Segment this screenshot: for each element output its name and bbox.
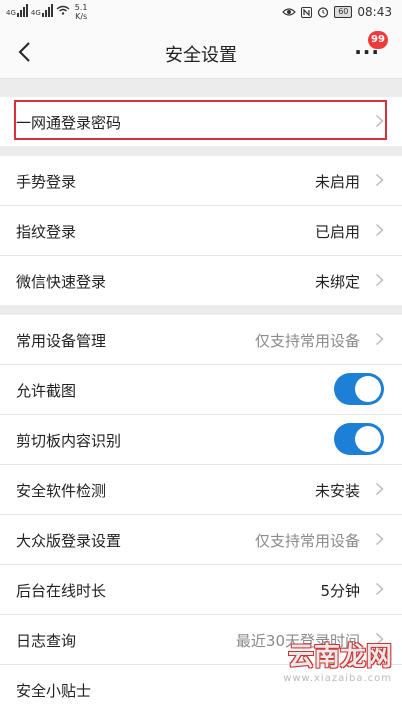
settings-row-wechat-login[interactable]: 微信快速登录 未绑定 xyxy=(0,256,402,305)
battery-indicator: 60 xyxy=(334,6,353,18)
chevron-right-icon xyxy=(375,482,384,496)
settings-row-fingerprint-login[interactable]: 指纹登录 已启用 xyxy=(0,206,402,256)
row-label: 手势登录 xyxy=(16,173,77,191)
nav-bar: 安全设置 ··· 99 xyxy=(0,26,402,79)
settings-row-allow-screenshot: 允许截图 xyxy=(0,365,402,415)
eye-icon xyxy=(282,8,297,16)
network-speed: 5.1 K/s xyxy=(75,3,88,21)
status-bar: 4G 4G 5.1 K/s 60 08:43 xyxy=(0,0,402,26)
nfc-icon xyxy=(301,6,313,18)
row-label: 微信快速登录 xyxy=(16,273,107,291)
row-value: 已启用 xyxy=(314,223,360,241)
highlight-box xyxy=(14,100,387,140)
watermark: 云南龙网 www.xiazaiba.com xyxy=(283,636,392,684)
wifi-icon xyxy=(56,5,70,15)
watermark-text: 云南龙网 xyxy=(287,642,392,672)
row-label: 常用设备管理 xyxy=(16,332,107,350)
speed-value: 5.1 xyxy=(74,3,88,12)
row-label: 剪切板内容识别 xyxy=(16,432,122,450)
notification-badge: 99 xyxy=(368,31,388,49)
network-type-2: 4G xyxy=(30,9,41,17)
login-methods-group: 手势登录 未启用 指纹登录 已启用 微信快速登录 未绑定 xyxy=(0,156,402,305)
page-title: 安全设置 xyxy=(165,45,237,66)
clipboard-recognition-toggle[interactable] xyxy=(334,423,384,455)
row-label: 日志查询 xyxy=(16,632,77,650)
speed-unit: K/s xyxy=(75,12,88,21)
row-value: 未安装 xyxy=(314,482,360,500)
network-type-1: 4G xyxy=(6,9,16,17)
cellular-signal-icon: 4G xyxy=(6,3,28,17)
row-label: 指纹登录 xyxy=(16,223,77,241)
row-value: 5分钟 xyxy=(320,582,360,600)
chevron-right-icon xyxy=(375,332,384,346)
settings-row-clipboard-recognition: 剪切板内容识别 xyxy=(0,415,402,465)
clock: 08:43 xyxy=(357,5,392,19)
chevron-right-icon xyxy=(375,223,384,237)
row-value: 未绑定 xyxy=(314,273,360,291)
settings-row-device-management[interactable]: 常用设备管理 仅支持常用设备 xyxy=(0,315,402,365)
row-label: 安全小贴士 xyxy=(16,682,92,700)
row-label: 允许截图 xyxy=(16,382,77,400)
allow-screenshot-toggle[interactable] xyxy=(334,373,384,405)
cellular-signal-2-icon: 4G xyxy=(31,3,53,17)
chevron-right-icon xyxy=(375,273,384,287)
chevron-right-icon xyxy=(375,582,384,596)
settings-row-security-software[interactable]: 安全软件检测 未安装 xyxy=(0,465,402,515)
settings-row-gesture-login[interactable]: 手势登录 未启用 xyxy=(0,156,402,206)
watermark-url: www.xiazaiba.com xyxy=(283,673,392,684)
settings-row-online-duration[interactable]: 后台在线时长 5分钟 xyxy=(0,565,402,615)
settings-row-public-login[interactable]: 大众版登录设置 仅支持常用设备 xyxy=(0,515,402,565)
row-value: 未启用 xyxy=(314,173,360,191)
row-label: 后台在线时长 xyxy=(16,582,107,600)
alarm-icon xyxy=(318,7,329,18)
chevron-right-icon xyxy=(375,532,384,546)
row-label: 安全软件检测 xyxy=(16,482,107,500)
chevron-right-icon xyxy=(375,173,384,187)
row-value: 仅支持常用设备 xyxy=(254,332,360,350)
row-label: 大众版登录设置 xyxy=(16,532,122,550)
row-value: 仅支持常用设备 xyxy=(254,532,360,550)
